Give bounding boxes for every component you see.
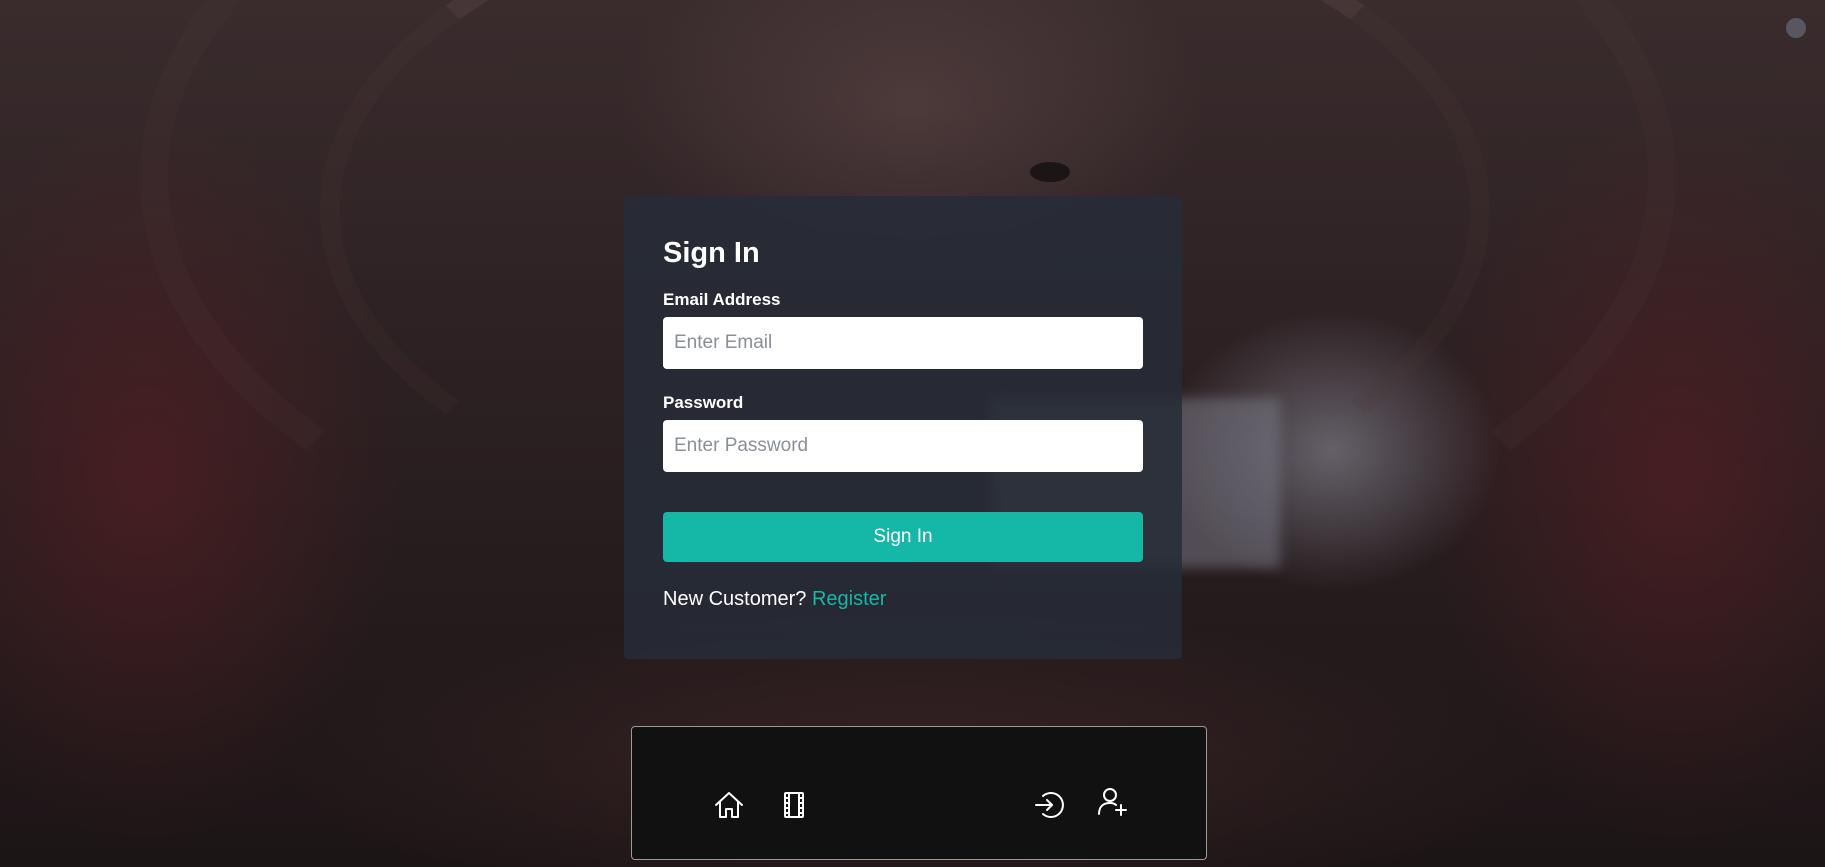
email-input[interactable] (663, 317, 1143, 369)
register-prompt: New Customer? Register (663, 587, 1142, 611)
register-link[interactable]: Register (812, 588, 886, 610)
signin-title: Sign In (663, 237, 760, 269)
password-input[interactable] (663, 420, 1143, 472)
password-label: Password (663, 393, 744, 412)
corner-light (1786, 18, 1806, 38)
ceiling-light (1030, 162, 1070, 182)
user-plus-icon[interactable] (1095, 784, 1129, 818)
login-icon[interactable] (1032, 788, 1066, 822)
page-background: Sign In Email Address Password Sign In N… (0, 0, 1825, 867)
signin-button[interactable]: Sign In (663, 512, 1143, 562)
film-icon[interactable] (777, 788, 811, 822)
new-customer-text: New Customer? (663, 588, 807, 610)
signin-card: Sign In Email Address Password Sign In N… (624, 196, 1182, 659)
email-label: Email Address (663, 290, 781, 309)
home-icon[interactable] (712, 788, 746, 822)
bottom-nav (631, 726, 1207, 860)
